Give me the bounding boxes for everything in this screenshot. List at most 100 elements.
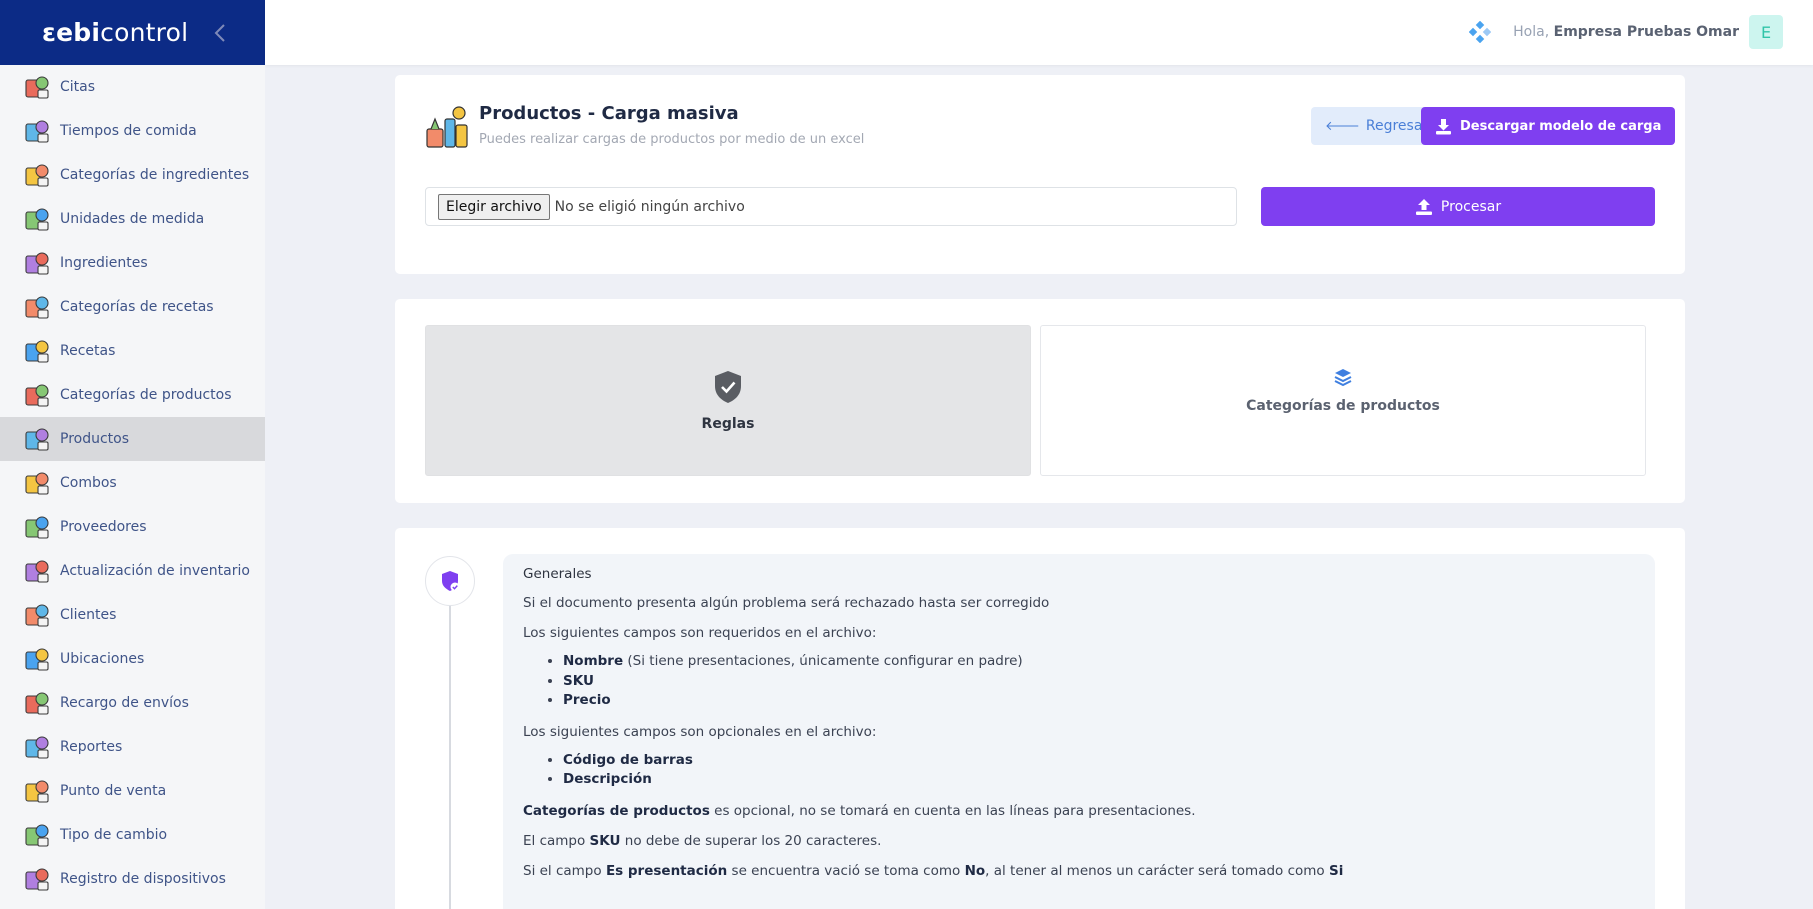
apps-icon[interactable] (1469, 21, 1492, 43)
choose-file-button[interactable]: Elegir archivo (438, 193, 550, 220)
rule-sku-length: El campo SKU no debe de superar los 20 c… (523, 832, 882, 849)
optional-fields-list: Código de barras Descripción (563, 751, 1635, 790)
ingredients-icon (25, 252, 49, 275)
products-bulk-icon (426, 106, 468, 148)
rule-general-rejection: Si el documento presenta algún problema … (523, 595, 1050, 611)
rule-presentation-field: Si el campo Es presentación se encuentra… (523, 862, 1344, 879)
brand-logo[interactable]: ɛebicontrol (42, 18, 188, 47)
sidebar-item-18[interactable]: Tipo de cambio (0, 813, 265, 857)
delivery-scooter-icon (25, 692, 49, 715)
shield-check-icon (442, 571, 460, 592)
rule-categories-optional: Categorías de productos es opcional, no … (523, 802, 1196, 819)
sidebar-item-9[interactable]: Productos (0, 417, 265, 461)
sidebar-item-19[interactable]: Registro de dispositivos (0, 857, 265, 901)
download-template-button[interactable]: Descargar modelo de carga (1421, 107, 1676, 145)
sidebar-nav: Citas Tiempos de comida Categorías de ingr… (0, 65, 265, 901)
list-item: Nombre (Si tiene presentaciones, únicame… (563, 652, 1635, 672)
sidebar-item-11[interactable]: Proveedores (0, 505, 265, 549)
sidebar-item-12[interactable]: Actualización de inventario (0, 549, 265, 593)
chevron-left-icon (214, 24, 225, 42)
product-categories-icon (25, 384, 49, 407)
calendar-icon (25, 76, 49, 99)
user-greeting: Hola, Empresa Pruebas Omar (1513, 24, 1739, 40)
tab-rules-label: Reglas (701, 415, 755, 432)
process-button-label: Procesar (1440, 198, 1502, 215)
tab-product-categories-label: Categorías de productos (1246, 397, 1440, 414)
rules-panel: Generales Si el documento presenta algún… (503, 554, 1655, 909)
sidebar-item-15[interactable]: Recargo de envíos (0, 681, 265, 725)
sidebar-item-1[interactable]: Citas (0, 65, 265, 109)
sidebar-item-label: Categorías de productos (60, 387, 232, 403)
suppliers-icon (25, 516, 49, 539)
sidebar-item-label: Recargo de envíos (60, 695, 189, 711)
sidebar-item-8[interactable]: Categorías de productos (0, 373, 265, 417)
sidebar-item-16[interactable]: Reportes (0, 725, 265, 769)
sidebar-item-14[interactable]: Ubicaciones (0, 637, 265, 681)
reports-icon (25, 736, 49, 759)
rules-heading: Generales (523, 566, 592, 582)
sidebar-item-17[interactable]: Punto de venta (0, 769, 265, 813)
measure-units-icon (25, 208, 49, 231)
sidebar-item-label: Recetas (60, 343, 116, 359)
page-title: Productos - Carga masiva (479, 103, 739, 124)
inventory-update-icon (25, 560, 49, 583)
sidebar-item-label: Citas (60, 79, 96, 95)
sidebar-item-label: Categorías de ingredientes (60, 167, 250, 183)
sidebar-item-6[interactable]: Categorías de recetas (0, 285, 265, 329)
sidebar-item-label: Tipo de cambio (60, 827, 168, 843)
sidebar-item-label: Clientes (60, 607, 117, 623)
sidebar-item-label: Tiempos de comida (60, 123, 197, 139)
rules-card: Generales Si el documento presenta algún… (395, 528, 1685, 909)
process-button[interactable]: Procesar (1261, 187, 1655, 226)
ingredient-categories-icon (25, 164, 49, 187)
shield-check-icon (715, 370, 741, 403)
timeline-line (449, 598, 451, 909)
list-item: Código de barras (563, 751, 1635, 771)
sidebar-item-13[interactable]: Clientes (0, 593, 265, 637)
sidebar-item-7[interactable]: Recetas (0, 329, 265, 373)
list-item: Descripción (563, 770, 1635, 790)
sidebar-item-label: Categorías de recetas (60, 299, 214, 315)
upload-card: Productos - Carga masiva Puedes realizar… (395, 75, 1685, 274)
download-button-label: Descargar modelo de carga (1460, 118, 1662, 134)
rule-required-intro: Los siguientes campos son requeridos en … (523, 625, 877, 641)
sidebar-item-2[interactable]: Tiempos de comida (0, 109, 265, 153)
upload-icon (1415, 198, 1432, 215)
required-fields-list: Nombre (Si tiene presentaciones, únicame… (563, 652, 1635, 711)
meal-time-icon (25, 120, 49, 143)
tab-product-categories[interactable]: Categorías de productos (1040, 325, 1646, 476)
file-status-text: No se eligió ningún archivo (554, 198, 745, 215)
collapse-sidebar-button[interactable] (208, 18, 232, 48)
sidebar-item-label: Combos (60, 475, 117, 491)
layers-icon (1334, 368, 1352, 386)
recipe-categories-icon (25, 296, 49, 319)
list-item: SKU (563, 672, 1635, 692)
top-header: Hola, Empresa Pruebas Omar E (265, 0, 1813, 65)
back-button-label: Regresar (1365, 118, 1429, 134)
greeting-text: Hola, (1513, 24, 1550, 40)
sidebar-item-5[interactable]: Ingredientes (0, 241, 265, 285)
location-pin-icon (25, 648, 49, 671)
sidebar-item-label: Proveedores (60, 519, 147, 535)
sidebar-item-label: Productos (60, 431, 130, 447)
tab-rules[interactable]: Reglas (425, 325, 1031, 476)
sidebar-item-10[interactable]: Combos (0, 461, 265, 505)
recipes-icon (25, 340, 49, 363)
products-icon (25, 428, 49, 451)
file-input[interactable]: Elegir archivo No se eligió ningún archi… (425, 187, 1237, 226)
pos-terminal-icon (25, 780, 49, 803)
sidebar-item-label: Ingredientes (60, 255, 148, 271)
rule-optional-intro: Los siguientes campos son opcionales en … (523, 723, 877, 740)
tabs-card: Reglas Categorías de productos (395, 299, 1685, 503)
sidebar-item-4[interactable]: Unidades de medida (0, 197, 265, 241)
devices-icon (25, 868, 49, 891)
user-avatar[interactable]: E (1749, 15, 1783, 49)
sidebar-item-label: Registro de dispositivos (60, 871, 226, 887)
sidebar-item-label: Ubicaciones (60, 651, 145, 667)
combos-icon (25, 472, 49, 495)
sidebar-item-label: Unidades de medida (60, 211, 205, 227)
sidebar-item-label: Actualización de inventario (60, 563, 250, 579)
sidebar-item-3[interactable]: Categorías de ingredientes (0, 153, 265, 197)
sidebar-item-label: Punto de venta (60, 783, 167, 799)
user-name: Empresa Pruebas Omar (1553, 24, 1739, 40)
